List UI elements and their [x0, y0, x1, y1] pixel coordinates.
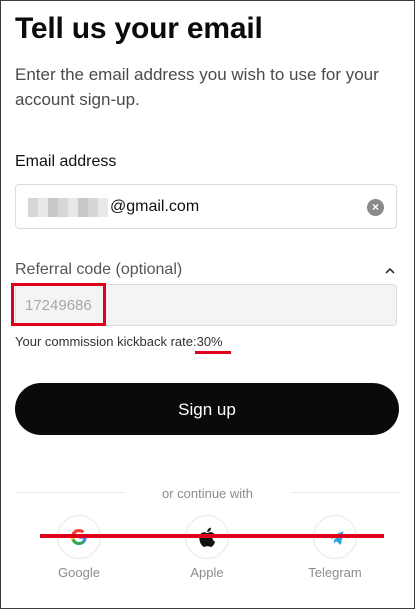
- referral-label: Referral code (optional): [15, 261, 183, 278]
- page-title: Tell us your email: [15, 12, 263, 45]
- clear-circle-icon[interactable]: ×: [367, 199, 384, 216]
- email-field[interactable]: @gmail.com ×: [15, 184, 397, 229]
- email-label: Email address: [15, 153, 117, 170]
- apple-login-button[interactable]: Apple: [172, 515, 242, 580]
- telegram-icon: [328, 531, 344, 545]
- highlight-box-annotation: [11, 283, 106, 326]
- email-value: @gmail.com: [110, 198, 200, 215]
- apple-label: Apple: [190, 565, 224, 580]
- commission-rate-value: 30%: [196, 334, 223, 349]
- telegram-login-button[interactable]: Telegram: [300, 515, 370, 580]
- underline-annotation: [195, 351, 231, 354]
- telegram-label: Telegram: [308, 565, 362, 580]
- commission-label: Your commission kickback rate:: [15, 334, 197, 349]
- continue-with-text: or continue with: [161, 486, 254, 501]
- strikethrough-annotation: [40, 534, 384, 538]
- redacted-email-prefix: [28, 198, 108, 217]
- google-login-button[interactable]: Google: [44, 515, 114, 580]
- google-label: Google: [58, 565, 100, 580]
- page-subtitle: Enter the email address you wish to use …: [15, 65, 379, 109]
- sign-up-button[interactable]: Sign up: [15, 383, 399, 435]
- chevron-up-icon[interactable]: [385, 263, 395, 277]
- commission-rate-text: Your commission kickback rate:30%: [15, 334, 223, 349]
